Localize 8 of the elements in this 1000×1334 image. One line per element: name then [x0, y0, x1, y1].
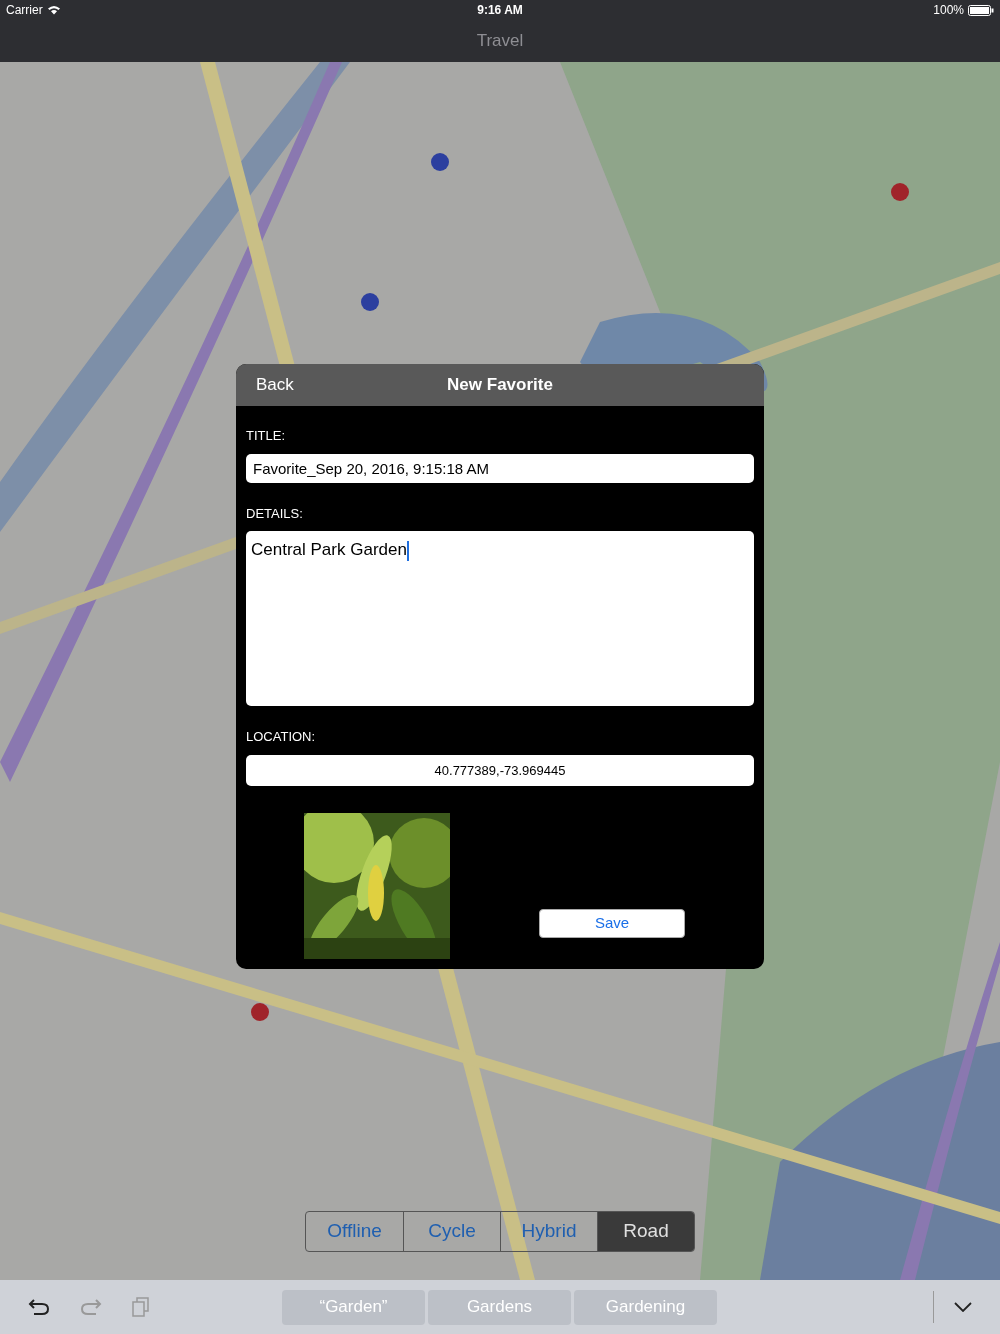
undo-icon[interactable] [28, 1297, 50, 1317]
battery-icon [968, 4, 994, 16]
carrier-label: Carrier [6, 2, 43, 19]
wifi-icon [46, 5, 61, 15]
battery-percent: 100% [933, 2, 964, 19]
clock: 9:16 AM [477, 2, 523, 19]
chevron-down-icon[interactable] [954, 1302, 972, 1312]
nav-title: Travel [476, 30, 524, 53]
